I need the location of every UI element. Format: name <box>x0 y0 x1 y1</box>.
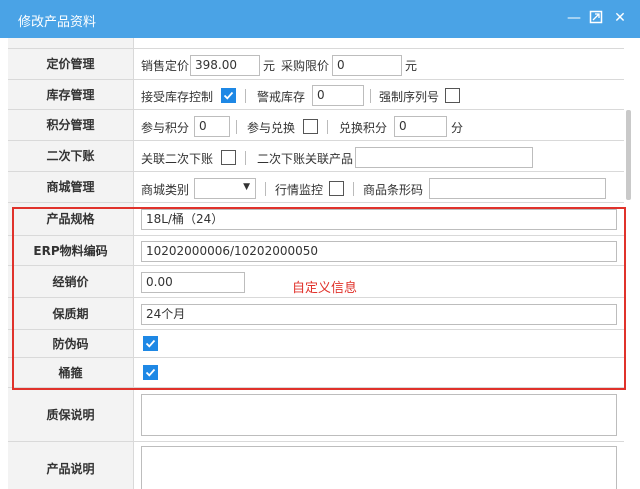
window-title: 修改产品资料 <box>18 15 97 30</box>
anti-fake-checkbox[interactable] <box>143 336 158 351</box>
redeem-points-label: 兑换积分 <box>339 121 388 135</box>
anti-fake-row: 防伪码 <box>8 330 624 358</box>
top-partial-row <box>8 38 624 49</box>
shelf-life-input[interactable]: 24个月 <box>141 304 617 325</box>
serial-label: 强制序列号 <box>379 90 440 104</box>
link-secondary-checkbox[interactable] <box>221 150 236 165</box>
description-label: 产品说明 <box>8 442 134 489</box>
purchase-limit-input[interactable]: 0 <box>332 55 402 76</box>
spec-input[interactable]: 18L/桶（24） <box>141 209 617 230</box>
purchase-limit-unit: 元 <box>405 59 418 73</box>
divider <box>245 89 246 103</box>
inventory-row: 库存管理 接受库存控制 警戒库存 0 强制序列号 <box>8 80 624 110</box>
divider <box>370 89 371 103</box>
divider <box>245 151 246 165</box>
secondary-product-label: 二次下账关联产品 <box>257 152 354 166</box>
secondary-row: 二次下账 关联二次下账 二次下账关联产品 <box>8 141 624 172</box>
erp-row: ERP物料编码 10202000006/10202000050 <box>8 236 624 266</box>
participate-points-input[interactable]: 0 <box>194 116 230 137</box>
bucket-hoop-label: 桶箍 <box>8 358 134 387</box>
exchange-label: 参与兑换 <box>247 121 296 135</box>
chevron-down-icon: ▼ <box>243 182 250 192</box>
spec-label: 产品规格 <box>8 203 134 235</box>
accept-stock-checkbox[interactable] <box>221 88 236 103</box>
mall-row: 商城管理 商城类别 ▼ 行情监控 商品条形码 <box>8 172 624 203</box>
description-row: 产品说明 <box>8 442 624 489</box>
title-bar: 修改产品资料 — ✕ <box>0 0 640 38</box>
exchange-checkbox[interactable] <box>303 119 318 134</box>
dealer-price-label: 经销价 <box>8 266 134 297</box>
bucket-hoop-checkbox[interactable] <box>143 365 158 380</box>
close-icon[interactable]: ✕ <box>612 10 628 26</box>
secondary-label: 二次下账 <box>8 141 134 171</box>
participate-points-label: 参与积分 <box>141 121 190 135</box>
accept-stock-label: 接受库存控制 <box>141 90 214 104</box>
bucket-hoop-row: 桶箍 <box>8 358 624 388</box>
warranty-textarea[interactable] <box>141 394 617 436</box>
minimize-icon[interactable]: — <box>566 10 582 26</box>
barcode-label: 商品条形码 <box>363 183 424 197</box>
mall-label: 商城管理 <box>8 172 134 202</box>
erp-input[interactable]: 10202000006/10202000050 <box>141 241 617 262</box>
sale-price-label: 销售定价 <box>141 59 190 73</box>
spec-row: 产品规格 18L/桶（24） <box>8 203 624 236</box>
divider <box>353 182 354 196</box>
anti-fake-label: 防伪码 <box>8 330 134 357</box>
warranty-row: 质保说明 <box>8 388 624 442</box>
secondary-product-input[interactable] <box>355 147 533 168</box>
mall-category-select[interactable]: ▼ <box>194 178 256 199</box>
points-row: 积分管理 参与积分 0 参与兑换 兑换积分 0 分 <box>8 110 624 141</box>
custom-info-note: 自定义信息 <box>292 281 358 296</box>
warranty-label: 质保说明 <box>8 388 134 441</box>
pricing-row: 定价管理 销售定价 398.00 元 采购限价 0 元 <box>8 49 624 80</box>
link-secondary-label: 关联二次下账 <box>141 152 214 166</box>
sale-price-unit: 元 <box>263 59 276 73</box>
inventory-label: 库存管理 <box>8 80 134 109</box>
dealer-price-input[interactable]: 0.00 <box>141 272 245 293</box>
alert-stock-input[interactable]: 0 <box>312 85 364 106</box>
divider <box>236 120 237 134</box>
alert-stock-label: 警戒库存 <box>257 90 306 104</box>
scrollbar[interactable] <box>626 110 631 200</box>
description-textarea[interactable] <box>141 446 617 489</box>
mall-category-label: 商城类别 <box>141 183 190 197</box>
shelf-life-label: 保质期 <box>8 298 134 329</box>
points-label: 积分管理 <box>8 110 134 140</box>
serial-checkbox[interactable] <box>445 88 460 103</box>
market-monitor-label: 行情监控 <box>275 183 324 197</box>
maximize-icon[interactable] <box>588 10 604 26</box>
pricing-label: 定价管理 <box>8 49 134 79</box>
sale-price-input[interactable]: 398.00 <box>190 55 260 76</box>
divider <box>327 120 328 134</box>
barcode-input[interactable] <box>429 178 606 199</box>
erp-label: ERP物料编码 <box>8 236 134 265</box>
market-monitor-checkbox[interactable] <box>329 181 344 196</box>
redeem-points-input[interactable]: 0 <box>394 116 447 137</box>
purchase-limit-label: 采购限价 <box>281 59 330 73</box>
divider <box>265 182 266 196</box>
product-form: 定价管理 销售定价 398.00 元 采购限价 0 元 库存管理 接受库存控制 … <box>8 38 624 489</box>
redeem-points-unit: 分 <box>451 121 464 135</box>
shelf-life-row: 保质期 24个月 <box>8 298 624 330</box>
